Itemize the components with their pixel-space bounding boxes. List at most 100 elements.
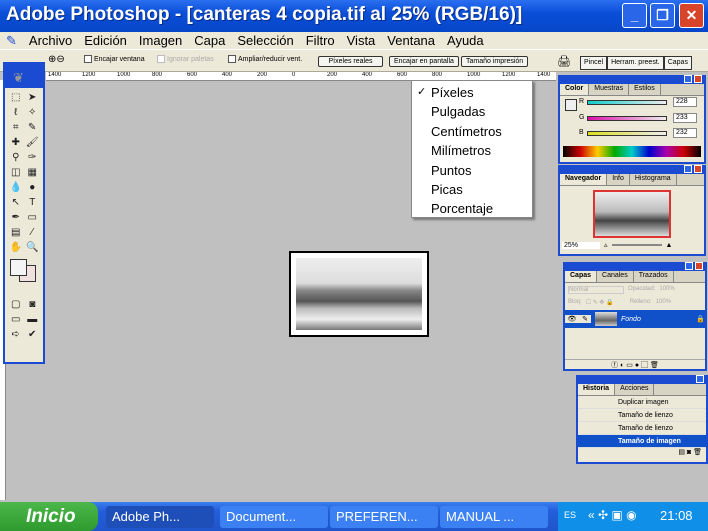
opacity-value[interactable]: 100% xyxy=(659,286,674,294)
type-tool-icon[interactable]: T xyxy=(26,196,40,209)
fullscreen-mode-icon[interactable]: ▬ xyxy=(26,313,40,326)
menu-item-centimetros[interactable]: Centímetros xyxy=(412,122,532,141)
menu-ayuda[interactable]: Ayuda xyxy=(441,32,490,49)
menu-item-porcentaje[interactable]: Porcentaje xyxy=(412,199,532,218)
healing-brush-icon[interactable]: ✚ xyxy=(9,136,23,149)
panel-minimize-button[interactable] xyxy=(696,375,704,383)
screen-mode-icon[interactable]: ▭ xyxy=(9,313,23,326)
task-manual[interactable]: MANUAL ... xyxy=(440,506,548,528)
zoom-in-icon[interactable]: ▲ xyxy=(666,242,673,249)
menu-archivo[interactable]: Archivo xyxy=(23,32,78,49)
value-r[interactable]: 228 xyxy=(673,97,697,107)
close-button[interactable]: ✕ xyxy=(679,3,704,28)
tab-canales[interactable]: Canales xyxy=(597,271,634,282)
tab-muestras[interactable]: Muestras xyxy=(589,84,630,95)
task-preferencias[interactable]: PREFEREN... xyxy=(330,506,438,528)
toolbox-header[interactable]: ❦ xyxy=(5,64,43,88)
palette-well-icon[interactable]: 🖨 xyxy=(557,55,571,68)
panel-minimize-button[interactable] xyxy=(684,165,692,173)
menu-item-puntos[interactable]: Puntos xyxy=(412,161,532,180)
menu-imagen[interactable]: Imagen xyxy=(133,32,188,49)
menu-ventana[interactable]: Ventana xyxy=(381,32,441,49)
dodge-tool-icon[interactable]: ● xyxy=(26,181,40,194)
brush-tool-icon[interactable]: 🖌 xyxy=(26,136,40,149)
tab-acciones[interactable]: Acciones xyxy=(615,384,655,395)
standard-mode-icon[interactable]: ▢ xyxy=(9,298,23,311)
history-brush-icon[interactable]: ✑ xyxy=(26,151,40,164)
actual-pixels-button[interactable]: Píxeles reales xyxy=(318,56,383,67)
foreground-swatch[interactable] xyxy=(565,99,577,111)
menu-filtro[interactable]: Filtro xyxy=(300,32,341,49)
well-tab-layers[interactable]: Capas xyxy=(663,56,692,70)
menu-item-picas[interactable]: Picas xyxy=(412,180,532,199)
history-footer-icons[interactable]: ▤ ◙ 🗑 xyxy=(578,448,706,456)
maximize-button[interactable]: ❐ xyxy=(650,3,675,28)
slider-g[interactable] xyxy=(587,116,667,121)
blend-mode-select[interactable]: Normal xyxy=(568,286,624,294)
document-image[interactable] xyxy=(289,251,429,337)
menu-item-pulgadas[interactable]: Pulgadas xyxy=(412,102,532,121)
zoom-out-icon[interactable]: ▵ xyxy=(604,241,608,249)
visibility-eye-icon[interactable]: 👁 xyxy=(565,315,579,323)
menu-edicion[interactable]: Edición xyxy=(78,32,133,49)
zoom-tool-icon[interactable]: 🔍 xyxy=(26,241,40,254)
slider-b[interactable] xyxy=(587,131,667,136)
fit-screen-button[interactable]: Encajar en pantalla xyxy=(389,56,459,67)
history-item[interactable]: Tamaño de lienzo xyxy=(578,422,706,435)
tab-navegador[interactable]: Navegador xyxy=(560,174,608,185)
history-item[interactable]: Duplicar imagen xyxy=(578,396,706,409)
well-tab-brush[interactable]: Pincel xyxy=(580,56,608,70)
lasso-tool-icon[interactable]: ℓ xyxy=(9,106,23,119)
gradient-tool-icon[interactable]: ▦ xyxy=(26,166,40,179)
eyedropper-icon[interactable]: ⁄ xyxy=(26,226,40,239)
tab-estilos[interactable]: Estilos xyxy=(629,84,661,95)
resize-window-checkbox[interactable]: Ampliar/reducir vent. xyxy=(228,55,302,63)
start-button[interactable]: Inicio xyxy=(0,502,98,531)
navigator-zoom-value[interactable]: 25% xyxy=(562,241,600,249)
value-g[interactable]: 233 xyxy=(673,113,697,123)
eraser-tool-icon[interactable]: ◫ xyxy=(9,166,23,179)
print-size-button[interactable]: Tamaño impresión xyxy=(461,56,529,67)
tab-info[interactable]: Info xyxy=(607,174,630,185)
crop-tool-icon[interactable]: ⌗ xyxy=(9,121,23,134)
slice-tool-icon[interactable]: ✎ xyxy=(26,121,40,134)
notes-tool-icon[interactable]: ▤ xyxy=(9,226,23,239)
blur-tool-icon[interactable]: 💧 xyxy=(9,181,23,194)
menu-item-pixeles[interactable]: ✓ Píxeles xyxy=(412,83,532,102)
color-swatches[interactable] xyxy=(5,257,43,291)
panel-minimize-button[interactable] xyxy=(684,75,692,83)
panel-close-button[interactable] xyxy=(695,262,703,270)
panel-close-button[interactable] xyxy=(694,75,702,83)
layers-footer-icons[interactable]: ⓕ ◐ ▭ ● ▢ 🗑 xyxy=(565,359,705,369)
color-ramp[interactable] xyxy=(563,146,701,157)
task-photoshop[interactable]: Adobe Ph... xyxy=(106,506,214,528)
fit-window-checkbox[interactable]: Encajar ventana xyxy=(84,55,145,63)
ignore-palettes-checkbox[interactable]: Ignorar paletas xyxy=(157,55,214,63)
fill-value[interactable]: 100% xyxy=(656,299,671,306)
layer-row[interactable]: 👁 ✎ Fondo 🔒 xyxy=(565,310,705,328)
zoom-in-out-icons[interactable]: ⊕⊖ xyxy=(48,54,65,65)
tab-capas[interactable]: Capas xyxy=(565,271,598,282)
menu-item-milimetros[interactable]: Milímetros xyxy=(412,141,532,160)
path-select-icon[interactable]: ↖ xyxy=(9,196,23,209)
jump-icon[interactable]: ✔ xyxy=(26,328,40,341)
move-tool-icon[interactable]: ➤ xyxy=(26,91,40,104)
minimize-button[interactable]: _ xyxy=(622,3,647,28)
task-document[interactable]: Document... xyxy=(220,506,328,528)
marquee-tool-icon[interactable]: ⬚ xyxy=(9,91,23,104)
shape-tool-icon[interactable]: ▭ xyxy=(26,211,40,224)
pen-tool-icon[interactable]: ✒ xyxy=(9,211,23,224)
hand-tool-icon[interactable]: ✋ xyxy=(9,241,23,254)
menu-seleccion[interactable]: Selección xyxy=(231,32,299,49)
imageready-icon[interactable]: ➪ xyxy=(9,328,23,341)
tab-histograma[interactable]: Histograma xyxy=(630,174,677,185)
magic-wand-icon[interactable]: ✧ xyxy=(26,106,40,119)
quickmask-mode-icon[interactable]: ◙ xyxy=(26,298,40,311)
menu-capa[interactable]: Capa xyxy=(188,32,231,49)
app-icon[interactable]: ✎ xyxy=(0,32,23,49)
navigator-thumbnail[interactable] xyxy=(593,190,671,238)
language-indicator[interactable]: ES xyxy=(564,510,576,520)
well-tab-presets[interactable]: Herram. preest. xyxy=(607,56,664,70)
tab-color[interactable]: Color xyxy=(560,84,590,95)
tab-trazados[interactable]: Trazados xyxy=(634,271,674,282)
